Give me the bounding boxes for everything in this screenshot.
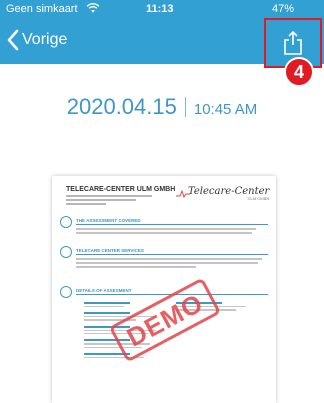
services-icon [60,246,72,258]
step-number-badge: 4 [284,57,314,87]
section-rule [76,224,268,225]
user-icon [60,216,72,228]
section-text [76,258,266,270]
section-rule [76,254,268,255]
back-button[interactable]: Vorige [6,27,67,53]
checklist-icon [60,286,72,298]
logo-subtext: ULM GMBH [247,197,270,201]
status-bar: Geen simkaart 11:13 47% [0,0,324,20]
carrier-label: Geen simkaart [6,3,78,15]
section-title: THE ASSESSMENT COVERED [76,218,141,223]
datetime-divider [184,97,186,117]
share-icon [284,31,302,55]
back-button-label: Vorige [22,31,68,48]
section-text [76,228,266,236]
battery-label: 47% [272,3,295,15]
report-datetime: 2020.04.15 10:45 AM [0,94,324,120]
document-address-lines [66,195,156,211]
report-date: 2020.04.15 [66,94,177,119]
wifi-icon [86,3,100,13]
logo-text: Telecare-Center [188,186,270,197]
report-time: 10:45 AM [193,101,258,118]
status-time: 11:13 [146,3,174,15]
section-title: TELECARE CENTER SERVICES [76,248,144,253]
report-document-preview[interactable]: TELECARE-CENTER ULM GMBH Telecare-Center… [52,176,276,403]
document-logo: Telecare-Center ULM GMBH [188,186,270,201]
section-title: DETAILS OF ASSESMENT [76,288,132,293]
chevron-left-icon [7,29,19,51]
document-company-name: TELECARE-CENTER ULM GMBH [66,186,176,193]
